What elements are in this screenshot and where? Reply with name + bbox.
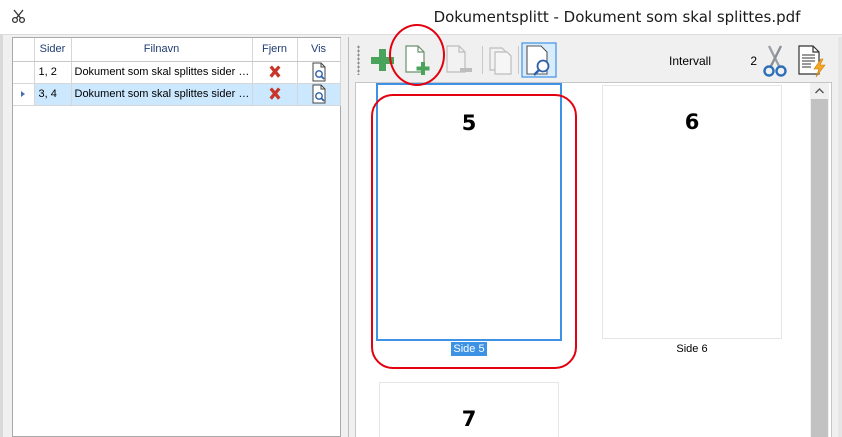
scrollbar-thumb[interactable] (811, 99, 828, 437)
cell-sider[interactable]: 1, 2 (34, 61, 72, 84)
page-number: 7 (461, 407, 477, 431)
page-caption: Side 6 (602, 343, 782, 355)
window-title: Dokumentsplitt - Dokument som skal split… (433, 8, 801, 26)
cell-fjern[interactable] (252, 83, 298, 106)
split-files-grid: Sider Filnavn Fjern Vis 1, 2 Dokument so… (12, 37, 341, 437)
delete-x-icon[interactable] (267, 64, 283, 80)
table-header-row: Sider Filnavn Fjern Vis (13, 38, 341, 62)
column-header-filnavn[interactable]: Filnavn (71, 38, 253, 62)
cell-vis[interactable] (297, 83, 341, 106)
cell-fjern[interactable] (252, 61, 298, 84)
toolbar-separator (518, 46, 519, 74)
row-indicator-header (13, 38, 35, 62)
intervall-label: Intervall (669, 54, 712, 68)
annotation-circle (389, 24, 445, 86)
toolbar-separator (482, 46, 483, 74)
scissors-split-icon[interactable] (760, 44, 790, 78)
column-header-vis[interactable]: Vis (297, 38, 341, 62)
intervall-input[interactable]: 2 (737, 54, 757, 68)
page-caption-text: Side 6 (676, 343, 708, 355)
annotation-rounded-rectangle (371, 94, 577, 369)
page-thumbnail[interactable]: 6 (602, 85, 782, 339)
remove-page-icon (446, 45, 472, 73)
cell-vis[interactable] (297, 61, 341, 84)
cell-filnavn[interactable]: Dokument som skal splittes sider 1-2 (71, 61, 253, 84)
copy-pages-icon (489, 47, 512, 75)
row-indicator[interactable] (13, 83, 35, 106)
current-row-arrow-icon (21, 91, 26, 97)
document-lightning-icon[interactable] (796, 44, 828, 78)
delete-x-icon[interactable] (267, 86, 283, 102)
column-header-fjern[interactable]: Fjern (252, 38, 298, 62)
toolbar-grip[interactable] (357, 45, 360, 75)
table-row[interactable]: 3, 4 Dokument som skal splittes sider 3-… (13, 83, 341, 106)
view-document-icon[interactable] (310, 84, 328, 104)
view-document-icon[interactable] (310, 62, 328, 82)
files-table: Sider Filnavn Fjern Vis 1, 2 Dokument so… (13, 38, 341, 106)
page-thumbnail[interactable]: 7 (379, 382, 559, 437)
column-header-sider[interactable]: Sider (34, 38, 72, 62)
scroll-up-arrow-icon[interactable] (810, 83, 829, 99)
left-edge (0, 34, 3, 437)
window-right-border (838, 37, 842, 437)
page-number: 6 (684, 110, 700, 134)
table-row[interactable]: 1, 2 Dokument som skal splittes sider 1-… (13, 61, 341, 84)
cell-filnavn[interactable]: Dokument som skal splittes sider 3-4 (71, 83, 253, 106)
cell-sider[interactable]: 3, 4 (34, 83, 72, 106)
row-indicator[interactable] (13, 61, 35, 84)
zoom-page-icon[interactable] (521, 42, 557, 78)
